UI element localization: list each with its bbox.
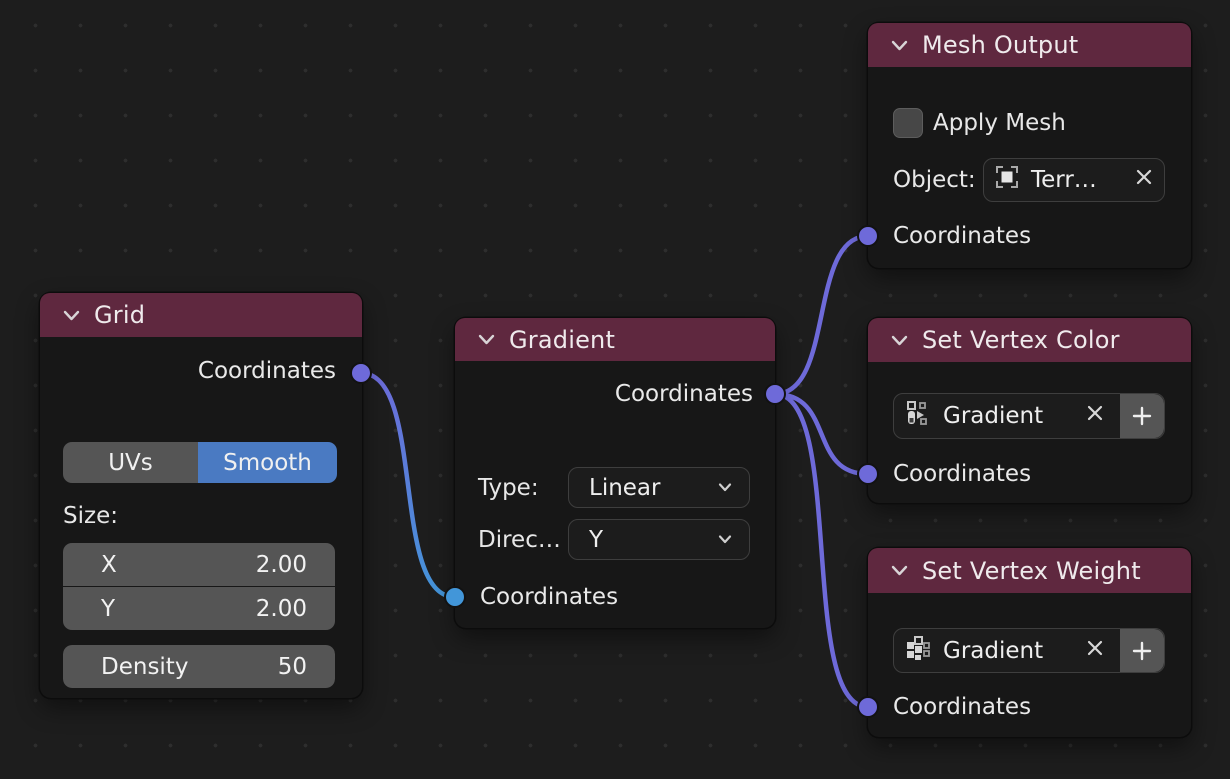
object-icon [992,162,1022,198]
vertex-color-icon [904,399,932,433]
wire-gradient-to-mesh-output [775,236,868,394]
size-x-field[interactable]: X 2.00 [63,543,335,586]
map-value: Gradient [943,403,1043,429]
node-title: Set Vertex Weight [922,557,1141,585]
collapse-chevron-icon[interactable] [890,561,909,580]
density-value: 50 [278,654,307,680]
uvs-smooth-toggle: UVs Smooth [63,442,337,483]
type-label: Type: [478,475,539,501]
node-set-vertex-color-header[interactable]: Set Vertex Color [868,318,1191,362]
wire-grid-to-gradient [361,373,455,597]
clear-object-icon[interactable] [1134,167,1154,193]
direction-dropdown[interactable]: Y [568,519,750,560]
size-y-label: Y [101,596,115,622]
output-label-coordinates: Coordinates [615,381,753,407]
apply-mesh-label: Apply Mesh [933,110,1066,136]
object-label: Object: [893,167,976,193]
object-value: Terr… [1031,167,1097,193]
node-mesh-output-header[interactable]: Mesh Output [868,23,1191,67]
output-label-coordinates: Coordinates [198,358,336,384]
socket-mesh-output-coordinates-input[interactable] [857,225,879,247]
node-title: Mesh Output [922,31,1078,59]
density-field[interactable]: Density 50 [63,645,335,688]
socket-set-vertex-color-coordinates-input[interactable] [857,463,879,485]
node-set-vertex-color[interactable]: Set Vertex Color Gradient [868,318,1191,503]
unlink-icon[interactable] [1085,403,1105,429]
new-map-button[interactable] [1120,629,1164,672]
size-label: Size: [63,503,118,529]
collapse-chevron-icon[interactable] [62,306,81,325]
node-title: Grid [94,301,145,329]
collapse-chevron-icon[interactable] [477,330,496,349]
input-label-coordinates: Coordinates [893,694,1031,720]
wire-gradient-to-set-vertex-color [775,394,868,474]
density-label: Density [101,654,188,680]
apply-mesh-checkbox[interactable] [893,108,923,138]
uvs-toggle-button[interactable]: UVs [63,442,198,483]
object-field[interactable]: Terr… [983,158,1165,202]
direction-value: Y [589,527,603,553]
direction-label: Direc… [478,527,561,553]
new-map-button[interactable] [1120,394,1164,438]
smooth-toggle-button[interactable]: Smooth [198,442,337,483]
dropdown-chevron-icon [717,475,733,501]
socket-grid-coordinates-output[interactable] [350,362,372,384]
size-x-value: 2.00 [256,552,307,578]
dropdown-chevron-icon [717,527,733,553]
socket-gradient-coordinates-input[interactable] [444,586,466,608]
node-set-vertex-weight-header[interactable]: Set Vertex Weight [868,548,1191,593]
node-set-vertex-weight[interactable]: Set Vertex Weight Gradient [868,548,1191,737]
node-title: Gradient [509,326,615,354]
collapse-chevron-icon[interactable] [890,331,909,350]
type-dropdown[interactable]: Linear [568,467,750,508]
size-y-value: 2.00 [256,596,307,622]
size-x-label: X [101,552,117,578]
size-y-field[interactable]: Y 2.00 [63,587,335,630]
node-mesh-output[interactable]: Mesh Output Apply Mesh Object: Ter [868,23,1191,268]
node-grid-header[interactable]: Grid [40,293,362,337]
vertex-group-icon [904,634,932,668]
node-grid[interactable]: Grid Coordinates UVs Smooth Size: X 2.00… [40,293,362,698]
node-editor-canvas[interactable]: Grid Coordinates UVs Smooth Size: X 2.00… [0,0,1230,779]
socket-gradient-coordinates-output[interactable] [764,383,786,405]
node-title: Set Vertex Color [922,326,1120,354]
type-value: Linear [589,475,660,501]
node-gradient-header[interactable]: Gradient [455,318,775,361]
wire-gradient-to-set-vertex-weight [775,394,868,707]
input-label-coordinates: Coordinates [893,461,1031,487]
socket-set-vertex-weight-coordinates-input[interactable] [857,696,879,718]
input-label-coordinates: Coordinates [893,223,1031,249]
collapse-chevron-icon[interactable] [890,36,909,55]
input-label-coordinates: Coordinates [480,584,618,610]
vertex-color-map-field[interactable]: Gradient [893,393,1165,439]
vertex-weight-map-field[interactable]: Gradient [893,628,1165,673]
unlink-icon[interactable] [1085,638,1105,664]
node-gradient[interactable]: Gradient Coordinates Type: Linear Direc…… [455,318,775,628]
map-value: Gradient [943,638,1043,664]
